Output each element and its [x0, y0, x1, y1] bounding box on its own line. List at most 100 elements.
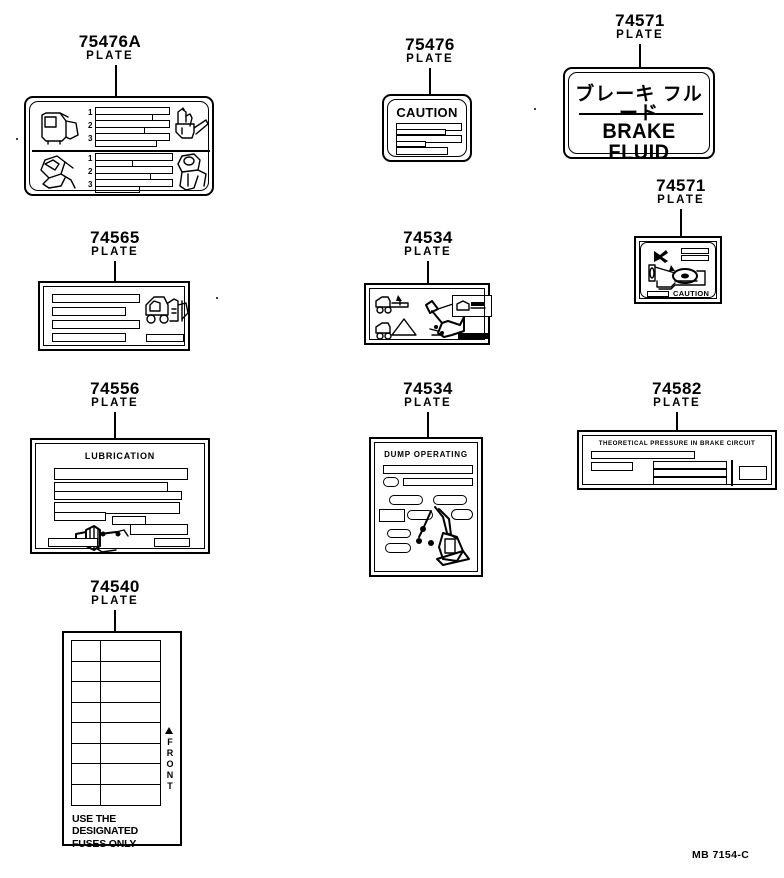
brake-pressure-header: THEORETICAL PRESSURE IN BRAKE CIRCUIT: [598, 440, 756, 447]
part-number-74556: 74556: [90, 379, 140, 398]
pressure-text-bar-left: [591, 462, 633, 471]
plate-74556-lubrication: LUBRICATION: [30, 438, 210, 554]
row-number-bottom-2: 2: [88, 167, 93, 176]
plate-74571-caution-inner: CAUTION: [640, 242, 716, 298]
plate-74565-inner: [46, 289, 189, 343]
plate-75476-inner: CAUTION: [390, 102, 464, 155]
row-number-bottom-1: 1: [88, 154, 93, 163]
dump-text-bar-2-small: [383, 477, 399, 487]
fuse-cell: [101, 785, 160, 806]
callout-74540: 74540 PLATE: [60, 578, 170, 608]
leader-line-75476: [429, 68, 431, 95]
part-name-74571-brake-fluid: PLATE: [616, 29, 664, 41]
leader-line-74571-brake-fluid: [639, 44, 641, 68]
dump-callout-pill-6: [385, 543, 411, 553]
pressure-table-row-2: [653, 469, 727, 477]
row-number-bottom-3: 3: [88, 180, 93, 189]
brake-fluid-english-text: BRAKE FLUID: [602, 120, 676, 164]
plate-74534-dump-operating: DUMP OPERATING: [369, 437, 483, 577]
dump-callout-pill-5: [387, 529, 411, 538]
plate-74540-fuse-box: FRONT USE THE DESIGNATED FUSES ONLY: [62, 631, 182, 850]
plate-74582-inner: THEORETICAL PRESSURE IN BRAKE CIRCUIT: [585, 438, 769, 486]
fuse-footer-text: USE THE DESIGNATED FUSES ONLY: [72, 813, 178, 850]
pressure-text-bar-top: [591, 451, 695, 459]
truck-machinery-illustration-74565: [145, 296, 189, 324]
figure-reference-code: MB 7154-C: [692, 849, 750, 861]
plate-74565-text-bar-2: [52, 307, 126, 316]
front-direction-arrow-icon: [165, 727, 173, 734]
fuse-cell: [72, 682, 102, 703]
fuse-cell: [72, 723, 102, 744]
plate-74565-text-bar-3: [52, 320, 140, 329]
caution-header-75476: CAUTION: [396, 105, 458, 120]
front-direction-label: FRONT: [165, 737, 175, 792]
part-name-75476a: PLATE: [86, 50, 134, 62]
leader-line-74556: [114, 412, 116, 440]
fuse-footer-line-1: USE THE DESIGNATED: [72, 813, 139, 838]
part-name-74534-lower: PLATE: [404, 397, 452, 409]
caution-pictogram-bar-1: [681, 248, 709, 254]
callout-75476a: 75476A PLATE: [45, 33, 175, 63]
text-bar-bottom-3b: [95, 186, 140, 193]
callout-74582: 74582 PLATE: [622, 380, 732, 410]
inset-machinery-icon: [456, 300, 486, 311]
registration-speck-left: [16, 138, 18, 140]
part-number-74582: 74582: [652, 379, 702, 398]
fuse-footer-line-2: FUSES ONLY: [72, 837, 137, 850]
callout-74556: 74556 PLATE: [60, 380, 170, 410]
part-number-74534-lower: 74534: [403, 379, 453, 398]
dump-text-bar-1: [383, 465, 473, 474]
fuse-cell: [101, 764, 160, 785]
leader-line-75476a: [115, 65, 117, 97]
part-number-75476: 75476: [405, 35, 455, 54]
hand-lever-illustration-upper: [175, 107, 209, 139]
part-name-75476: PLATE: [406, 53, 454, 65]
plate-74565-text-bar-1: [52, 294, 140, 303]
fuse-grid: [71, 640, 161, 806]
lubrication-footer-bar-right: [154, 538, 190, 547]
plate-74556-inner: LUBRICATION: [38, 446, 202, 553]
part-number-74571-brake-fluid: 74571: [615, 11, 665, 30]
fuse-cell: [72, 743, 102, 764]
dump-mechanism-illustration: [416, 506, 470, 566]
plate-74571-brake-fluid-inner: ブレーキ フルード BRAKE FLUID: [571, 75, 707, 163]
fuse-cell: [72, 784, 102, 805]
plate-74571-caution: CAUTION: [634, 236, 722, 304]
cab-tilt-illustration-lower: [40, 155, 76, 189]
part-name-74556: PLATE: [91, 397, 139, 409]
fuse-cell: [72, 641, 102, 662]
fuse-cell: [101, 723, 160, 744]
plate-75476-caution: CAUTION: [382, 94, 472, 162]
pressure-table-row-1: [653, 461, 727, 469]
plate-74534-lower-inner: DUMP OPERATING: [377, 445, 475, 569]
plate-74571-brake-fluid: ブレーキ フルード BRAKE FLUID: [563, 67, 715, 163]
part-name-74565: PLATE: [91, 246, 139, 258]
fuse-cell: [72, 661, 102, 682]
part-number-75476a: 75476A: [78, 32, 142, 51]
row-number-top-3: 3: [88, 134, 93, 143]
plate-74582-brake-pressure: THEORETICAL PRESSURE IN BRAKE CIRCUIT: [577, 430, 777, 490]
leader-line-74582: [676, 412, 678, 431]
grease-fitting-illustration: [75, 525, 129, 553]
cab-illustration-upper: [41, 112, 79, 145]
row-number-top-2: 2: [88, 121, 93, 130]
dump-callout-box-1: [379, 509, 405, 522]
dump-text-bar-2: [403, 478, 473, 486]
callout-74534-upper: 74534 PLATE: [373, 229, 483, 259]
brake-fluid-japanese-text: ブレーキ フルード: [575, 83, 703, 124]
brake-fluid-divider: [579, 113, 703, 115]
part-number-74534-upper: 74534: [403, 228, 453, 247]
plate-74534-upper-bottom-bar: [458, 333, 488, 339]
fuse-cell: [101, 703, 160, 723]
part-name-74582: PLATE: [653, 397, 701, 409]
plate-75476a-inner: 1 2 3 1 2 3: [32, 104, 210, 193]
callout-74565: 74565 PLATE: [60, 229, 170, 259]
dump-operating-header: DUMP OPERATING: [384, 450, 468, 459]
row-number-top-1: 1: [88, 108, 93, 117]
callout-75476: 75476 PLATE: [375, 36, 485, 66]
plate-74565-text-bar-5: [146, 334, 184, 342]
fuse-cell: [101, 662, 160, 682]
callout-74571-brake-fluid: 74571 PLATE: [585, 12, 695, 42]
fuse-cell: [101, 744, 160, 764]
leader-line-74565: [114, 261, 116, 282]
